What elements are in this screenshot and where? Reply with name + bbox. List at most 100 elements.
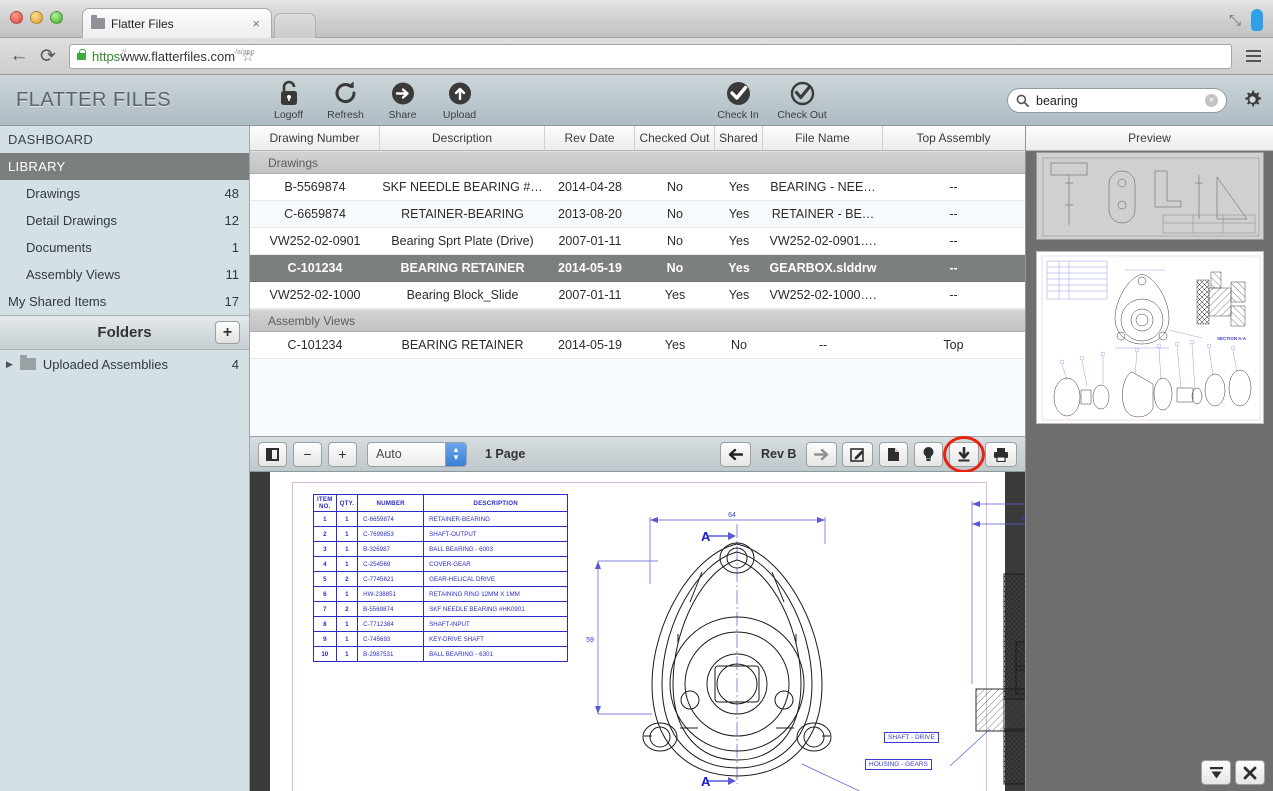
table-row[interactable]: C-6659874 RETAINER-BEARING 2013-08-20 No… [250,201,1025,228]
table-row[interactable]: C-101234 BEARING RETAINER 2014-05-19 Yes… [250,332,1025,359]
bom-qty: 1 [335,556,359,572]
preview-close-button[interactable] [1235,760,1265,785]
hints-button[interactable] [914,441,943,467]
svg-text:SECTION A-A: SECTION A-A [1217,336,1247,341]
markup-button[interactable] [842,441,873,467]
search-box[interactable]: × [1007,88,1227,113]
table-row[interactable]: B-5569874 SKF NEEDLE BEARING #… 2014-04-… [250,174,1025,201]
sidebar-drawings-count: 48 [224,186,239,201]
drawing-viewer[interactable]: ITEM NO. QTY. NUMBER DESCRIPTION 1 1 C-6… [250,472,1025,791]
check-in-button[interactable]: Check In [706,80,770,121]
ssl-lock-icon [77,48,86,60]
window-controls[interactable] [10,11,63,24]
download-button[interactable] [943,435,985,473]
browser-menu-icon[interactable] [1243,50,1264,62]
drawing-page[interactable]: ITEM NO. QTY. NUMBER DESCRIPTION 1 1 C-6… [270,472,1025,791]
bom-item: 6 [313,586,337,602]
user-avatar-icon[interactable] [1251,9,1263,31]
preview-collapse-button[interactable] [1201,760,1231,785]
bom-qty: 2 [335,601,359,617]
panel-toggle-button[interactable] [258,441,287,467]
stepper-icon[interactable]: ▲ ▼ [445,442,466,466]
check-out-button[interactable]: Check Out [770,80,834,121]
page-count-label: 1 Page [485,447,526,461]
sidebar-item-documents[interactable]: Documents 1 [0,234,249,261]
cell-rev-date: 2013-08-20 [558,207,622,221]
reload-icon[interactable]: ⟳ [38,45,58,68]
cell-checked-out: No [667,180,683,194]
check-out-icon [770,80,834,108]
sidebar-item-drawings[interactable]: Drawings 48 [0,180,249,207]
search-input[interactable] [1036,93,1198,108]
bom-item: 7 [313,601,337,617]
bom-description: SKF NEEDLE BEARING #HK0901 [423,601,569,617]
cell-file-name: BEARING - NEE… [770,180,876,194]
table-row-selected[interactable]: C-101234 BEARING RETAINER 2014-05-19 No … [250,255,1025,282]
bom-row: 3 1 B-326987 BALL BEARING - 6003 [313,541,569,557]
bom-description: SHAFT-OUTPUT [423,526,569,542]
cell-shared: Yes [728,234,750,248]
tab-close-icon[interactable]: × [249,16,263,31]
cell-description: SKF NEEDLE BEARING #… [382,180,543,194]
zoom-level-value: Auto [376,447,402,461]
cell-file-name: -- [818,338,828,352]
column-header-drawing-number[interactable]: Drawing Number [250,126,380,150]
preview-thumbnail-detail[interactable] [1036,152,1264,240]
column-header-checked-out[interactable]: Checked Out [635,126,715,150]
folder-item-uploaded-assemblies[interactable]: ▶ Uploaded Assemblies 4 [0,350,249,378]
page-view-button[interactable] [879,441,908,467]
sidebar-item-assembly-views[interactable]: Assembly Views 11 [0,261,249,288]
print-button[interactable] [985,441,1017,467]
sidebar-item-my-shared-items[interactable]: My Shared Items 17 [0,288,249,315]
minimize-window-button[interactable] [30,11,43,24]
preview-title: Preview [1026,126,1273,151]
address-bar[interactable]: https://www.flatterfiles.com/a/app ☆ [69,43,1232,69]
sidebar-section-library[interactable]: LIBRARY [0,153,249,180]
bom-item: 1 [313,511,337,527]
zoom-in-button[interactable]: + [328,441,357,467]
check-in-label: Check In [717,108,759,121]
zoom-out-button[interactable]: − [293,441,322,467]
cell-top-assembly: -- [949,288,958,302]
table-row[interactable]: VW252-02-0901 Bearing Sprt Plate (Drive)… [250,228,1025,255]
bom-item: 3 [313,541,337,557]
forward-icon[interactable]: → [9,53,29,60]
column-header-top-assembly[interactable]: Top Assembly [883,126,1024,150]
refresh-button[interactable]: Refresh [317,80,374,121]
cell-drawing-number: VW252-02-0901 [269,234,361,248]
sidebar-shared-label: My Shared Items [8,294,107,309]
column-header-shared[interactable]: Shared [715,126,763,150]
column-header-file-name[interactable]: File Name [763,126,883,150]
previous-revision-button[interactable] [720,441,751,467]
sidebar-documents-label: Documents [26,240,92,255]
cell-rev-date: 2014-05-19 [558,338,622,352]
new-tab-button[interactable] [274,13,316,38]
close-icon [1243,766,1257,779]
zoom-window-button[interactable] [50,11,63,24]
column-header-rev-date[interactable]: Rev Date [545,126,635,150]
next-revision-button[interactable] [806,441,838,467]
add-folder-button[interactable]: + [215,321,240,344]
close-window-button[interactable] [10,11,23,24]
settings-gear-icon[interactable] [1242,89,1263,110]
column-header-description[interactable]: Description [380,126,545,150]
logoff-label: Logoff [273,108,303,121]
share-button[interactable]: Share [374,80,431,121]
bom-header-number: NUMBER [357,494,425,512]
sidebar-item-dashboard[interactable]: DASHBOARD [0,126,249,153]
revision-nav: Rev B [720,441,838,467]
preview-thumbnail-assembly[interactable]: SECTION A-A [1036,251,1264,424]
bom-item: 2 [313,526,337,542]
fullscreen-icon[interactable]: ⤡ [1229,12,1241,29]
bom-number: B-326987 [357,541,425,557]
cell-shared: Yes [728,207,750,221]
table-row[interactable]: VW252-02-1000 Bearing Block_Slide 2007-0… [250,282,1025,309]
chevron-right-icon[interactable]: ▶ [6,359,13,370]
browser-tab[interactable]: Flatter Files × [82,8,272,38]
zoom-level-select[interactable]: Auto ▲ ▼ [367,441,467,467]
panel-toggle-icon [266,447,279,461]
logoff-button[interactable]: Logoff [260,80,317,121]
upload-button[interactable]: Upload [431,80,488,121]
search-clear-icon[interactable]: × [1205,94,1218,107]
sidebar-item-detail-drawings[interactable]: Detail Drawings 12 [0,207,249,234]
